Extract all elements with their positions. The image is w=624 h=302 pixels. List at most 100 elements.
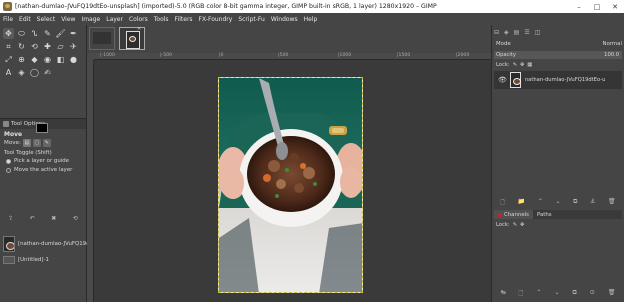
image-canvas[interactable]: [218, 77, 363, 293]
close-button[interactable]: ✕: [606, 0, 624, 13]
image-tab-untitled[interactable]: [89, 27, 115, 50]
raise-channel-icon[interactable]: ⌃: [536, 289, 541, 297]
layers-tab-icon[interactable]: ⊟: [494, 29, 499, 36]
radio-pick-layer-dot: [6, 158, 11, 164]
layer-row[interactable]: 👁 nathan-dumlao-JVuFQ19dtEo-u: [494, 71, 622, 89]
menu-filters[interactable]: Filters: [175, 16, 193, 23]
menu-windows[interactable]: Windows: [271, 16, 298, 23]
smudge-icon[interactable]: ◉: [42, 54, 53, 65]
window-titlebar: [nathan-dumlao-JVuFQ19dtEo-unsplash] (im…: [0, 0, 624, 13]
heal-icon[interactable]: ✚: [42, 41, 53, 52]
eraser-icon[interactable]: ▱: [55, 41, 66, 52]
edit-channel-icon[interactable]: ↹: [501, 289, 506, 297]
text-icon[interactable]: A: [3, 67, 14, 78]
menu-image[interactable]: Image: [81, 16, 100, 23]
tab-paths[interactable]: Paths: [533, 210, 556, 219]
menu-tools[interactable]: Tools: [154, 16, 169, 23]
free-select-icon[interactable]: ᔐ: [29, 28, 40, 39]
channels-button-bar: ↹ 🗋 ⌃ ⌄ ⧉ ⊙ 🗑: [494, 289, 622, 297]
ellipse-select-icon[interactable]: ⬭: [16, 28, 27, 39]
maximize-button[interactable]: □: [588, 0, 606, 13]
vertical-ruler[interactable]: [87, 60, 94, 302]
anchor-layer-icon[interactable]: ⚓: [590, 198, 595, 206]
save-options-icon[interactable]: ⇪: [8, 215, 13, 222]
menu-fx-foundry[interactable]: FX-Foundry: [199, 16, 233, 23]
lock-position-icon[interactable]: ✥: [520, 222, 524, 228]
radio-pick-layer[interactable]: Pick a layer or guide: [6, 158, 69, 164]
lock-row: Lock: ✎ ✥ ▦: [496, 62, 532, 68]
bucket-fill-icon[interactable]: ◆: [29, 54, 40, 65]
blend-icon[interactable]: ◧: [55, 54, 66, 65]
color-picker-icon[interactable]: ◈: [16, 67, 27, 78]
lower-layer-icon[interactable]: ⌄: [555, 198, 560, 206]
fuzzy-select-icon[interactable]: ✎: [42, 28, 53, 39]
history-tab-icon[interactable]: ☰: [524, 29, 529, 36]
visibility-eye-icon[interactable]: 👁: [498, 76, 507, 84]
lock-pixels-icon[interactable]: ✎: [513, 222, 517, 228]
reset-options-icon[interactable]: ⟲: [73, 215, 78, 222]
delete-options-icon[interactable]: ✖: [51, 215, 56, 222]
menu-file[interactable]: File: [3, 16, 13, 23]
menu-colors[interactable]: Colors: [129, 16, 148, 23]
menu-select[interactable]: Select: [37, 16, 56, 23]
new-channel-icon[interactable]: 🗋: [519, 289, 524, 297]
move-layer-mode-icon[interactable]: ▤: [22, 139, 31, 147]
move-path-mode-icon[interactable]: ✎: [42, 139, 51, 147]
restore-options-icon[interactable]: ↶: [30, 215, 35, 222]
gimp-app-icon: [3, 2, 12, 11]
ruler-corner[interactable]: [87, 53, 94, 60]
tools-grid: ✥ ⬭ ᔐ ✎ 🖌 ✒ ⌗ ↻ ⟲ ✚ ▱ ✈ ⤢ ⊕ ◆ ◉ ◧ ● A ◈ ◯ ✍: [3, 28, 83, 80]
tab-channels[interactable]: Channels: [494, 210, 533, 219]
menu-help[interactable]: Help: [304, 16, 318, 23]
opacity-slider[interactable]: Opacity 100.0: [494, 51, 622, 59]
lower-channel-icon[interactable]: ⌄: [554, 289, 559, 297]
move-selection-mode-icon[interactable]: ▢: [32, 139, 41, 147]
brushes-tab-icon[interactable]: ◫: [535, 29, 541, 36]
duplicate-layer-icon[interactable]: ⧉: [573, 198, 577, 206]
move-tool-icon[interactable]: ✥: [3, 28, 14, 39]
ink-icon[interactable]: ✒: [68, 28, 79, 39]
mode-select[interactable]: Normal: [602, 41, 622, 47]
image-list-item[interactable]: [Untitled]-1: [3, 256, 49, 264]
raise-layer-icon[interactable]: ⌃: [538, 198, 543, 206]
image-thumbnail: [3, 256, 15, 264]
rotate-icon[interactable]: ↻: [16, 41, 27, 52]
delete-layer-icon[interactable]: 🗑: [608, 198, 616, 206]
horizontal-ruler[interactable]: |-1000 |-500 |0 |500 |1000 |1500 |2000: [94, 53, 491, 60]
dock-tab-icons: ⊟ ◈ ▤ ☰ ◫: [494, 27, 622, 37]
menu-edit[interactable]: Edit: [19, 16, 31, 23]
measure-icon[interactable]: ◯: [29, 67, 40, 78]
lock-position-icon[interactable]: ✥: [520, 62, 524, 68]
channels-tab-icon[interactable]: ◈: [504, 29, 509, 36]
lock-alpha-icon[interactable]: ▦: [527, 62, 532, 68]
scale-icon[interactable]: ⤢: [3, 54, 14, 65]
foreground-color-swatch[interactable]: [36, 123, 48, 133]
layers-dock: ⊟ ◈ ▤ ☰ ◫ Mode Normal Opacity 100.0 Lock…: [491, 25, 624, 302]
path-icon[interactable]: ✍: [42, 67, 53, 78]
radio-move-active[interactable]: Move the active layer: [6, 167, 72, 173]
new-layer-icon[interactable]: 🗋: [500, 198, 505, 206]
menu-view[interactable]: View: [61, 16, 75, 23]
duplicate-channel-icon[interactable]: ⧉: [572, 289, 576, 297]
close-tab-icon[interactable]: ✕: [137, 26, 141, 32]
image-name: [nathan-dumlao-JVuFQ19dtE: [18, 241, 96, 247]
crop-icon[interactable]: ⌗: [3, 41, 14, 52]
mode-label: Mode: [496, 41, 511, 47]
delete-channel-icon[interactable]: 🗑: [608, 289, 616, 297]
channel-to-selection-icon[interactable]: ⊙: [590, 289, 595, 297]
dodge-icon[interactable]: ●: [68, 54, 79, 65]
paths-tab-icon[interactable]: ▤: [514, 29, 520, 36]
airbrush-icon[interactable]: ✈: [68, 41, 79, 52]
menu-layer[interactable]: Layer: [106, 16, 123, 23]
ruler-label: |-500: [160, 53, 172, 58]
warp-icon[interactable]: ⟲: [29, 41, 40, 52]
minimize-button[interactable]: –: [570, 0, 588, 13]
new-layer-group-icon[interactable]: 📁: [518, 198, 525, 206]
image-list-item[interactable]: [nathan-dumlao-JVuFQ19dtE: [3, 236, 95, 252]
menu-script-fu[interactable]: Script-Fu: [238, 16, 265, 23]
lock-pixels-icon[interactable]: ✎: [513, 62, 517, 68]
menu-bar: File Edit Select View Image Layer Colors…: [0, 13, 624, 25]
window-title: [nathan-dumlao-JVuFQ19dtEo-unsplash] (im…: [15, 3, 437, 10]
paintbrush-icon[interactable]: 🖌: [55, 28, 66, 39]
clone-icon[interactable]: ⊕: [16, 54, 27, 65]
